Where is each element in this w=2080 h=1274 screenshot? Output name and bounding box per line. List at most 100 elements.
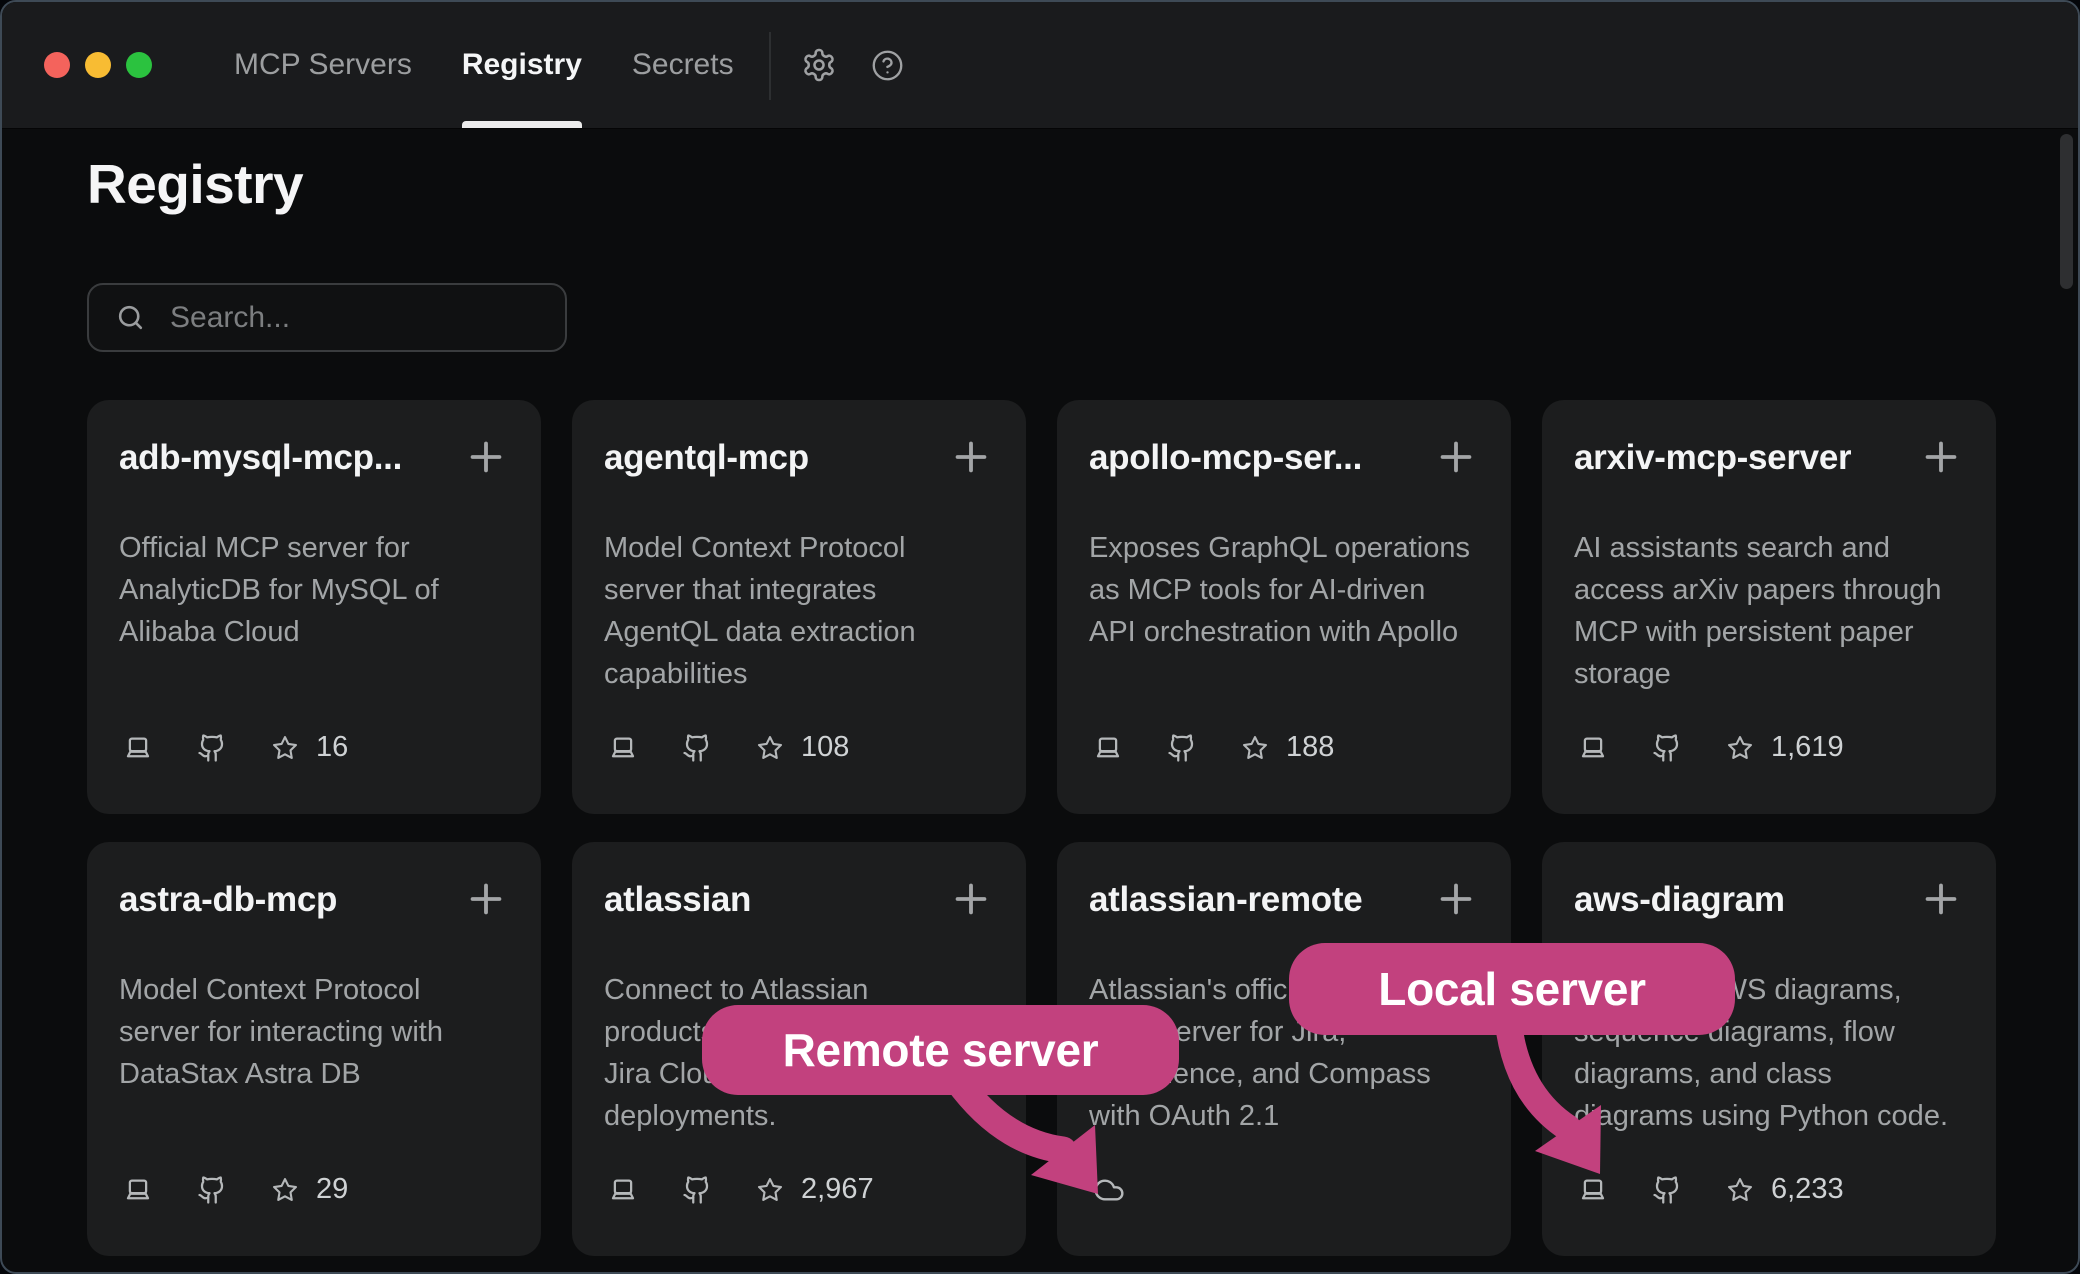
titlebar-divider bbox=[769, 32, 771, 100]
github-stars: 1,619 bbox=[1726, 731, 1844, 764]
zoom-window-button[interactable] bbox=[126, 52, 152, 78]
server-footer: 2,967 bbox=[608, 1173, 874, 1206]
card-header: arxiv-mcp-server bbox=[1574, 434, 1964, 482]
description-line: with OAuth 2.1 bbox=[1089, 1095, 1479, 1137]
star-count: 188 bbox=[1286, 731, 1334, 764]
github-stars: 6,233 bbox=[1726, 1173, 1844, 1206]
server-footer: 6,233 bbox=[1578, 1173, 1844, 1206]
add-server-button[interactable] bbox=[1918, 434, 1964, 480]
github-icon bbox=[1652, 733, 1682, 763]
laptop-icon bbox=[1578, 1175, 1608, 1205]
server-footer: 16 bbox=[123, 731, 348, 764]
help-button[interactable] bbox=[871, 49, 904, 82]
github-icon-wrap bbox=[1167, 733, 1197, 763]
laptop-icon bbox=[123, 1175, 153, 1205]
description-line: server for interacting with bbox=[119, 1011, 509, 1053]
server-footer: 188 bbox=[1093, 731, 1334, 764]
description-line: Alibaba Cloud bbox=[119, 611, 509, 653]
plus-icon bbox=[1918, 434, 1964, 480]
remote-server-callout: Remote server bbox=[702, 1005, 1179, 1095]
description-line: DataStax Astra DB bbox=[119, 1053, 509, 1095]
add-server-button[interactable] bbox=[1433, 434, 1479, 480]
tab-registry[interactable]: Registry bbox=[462, 2, 582, 128]
tab-secrets[interactable]: Secrets bbox=[632, 2, 734, 128]
laptop-icon-wrap bbox=[1578, 733, 1608, 763]
server-footer: 1,619 bbox=[1578, 731, 1844, 764]
server-card: adb-mysql-mcp...Official MCP server forA… bbox=[87, 400, 541, 814]
server-description: Model Context Protocolserver that integr… bbox=[604, 527, 994, 695]
plus-icon bbox=[1918, 876, 1964, 922]
star-count: 16 bbox=[316, 731, 348, 764]
server-description: Model Context Protocolserver for interac… bbox=[119, 969, 509, 1095]
server-name: atlassian-remote bbox=[1089, 880, 1362, 920]
laptop-icon bbox=[1578, 733, 1608, 763]
card-header: aws-diagram bbox=[1574, 876, 1964, 924]
card-header: agentql-mcp bbox=[604, 434, 994, 482]
description-line: access arXiv papers through bbox=[1574, 569, 1964, 611]
main-nav: MCP Servers Registry Secrets bbox=[234, 2, 734, 128]
description-line: Model Context Protocol bbox=[119, 969, 509, 1011]
description-line: Official MCP server for bbox=[119, 527, 509, 569]
github-stars: 16 bbox=[271, 731, 348, 764]
tab-mcp-servers[interactable]: MCP Servers bbox=[234, 2, 412, 128]
description-line: as MCP tools for AI-driven bbox=[1089, 569, 1479, 611]
laptop-icon bbox=[608, 1175, 638, 1205]
card-header: astra-db-mcp bbox=[119, 876, 509, 924]
search-input[interactable] bbox=[168, 300, 545, 336]
scrollbar-thumb[interactable] bbox=[2060, 134, 2073, 289]
github-icon bbox=[197, 1175, 227, 1205]
help-icon bbox=[871, 49, 904, 82]
card-header: adb-mysql-mcp... bbox=[119, 434, 509, 482]
laptop-icon bbox=[608, 733, 638, 763]
star-icon bbox=[756, 734, 784, 762]
github-stars: 188 bbox=[1241, 731, 1334, 764]
add-server-button[interactable] bbox=[463, 434, 509, 480]
description-line: AI assistants search and bbox=[1574, 527, 1964, 569]
minimize-window-button[interactable] bbox=[85, 52, 111, 78]
local-server-callout: Local server bbox=[1289, 943, 1735, 1035]
description-line: storage bbox=[1574, 653, 1964, 695]
add-server-button[interactable] bbox=[1918, 876, 1964, 922]
laptop-icon-wrap bbox=[608, 733, 638, 763]
star-icon bbox=[1241, 734, 1269, 762]
server-card: aws-diagramGenerate AWS diagrams,sequenc… bbox=[1542, 842, 1996, 1256]
description-line: Model Context Protocol bbox=[604, 527, 994, 569]
settings-button[interactable] bbox=[801, 47, 837, 83]
github-icon-wrap bbox=[197, 733, 227, 763]
laptop-icon-wrap bbox=[1578, 1175, 1608, 1205]
cloud-icon-wrap bbox=[1093, 1174, 1125, 1206]
cloud-icon bbox=[1093, 1174, 1125, 1206]
description-line: capabilities bbox=[604, 653, 994, 695]
server-name: aws-diagram bbox=[1574, 880, 1785, 920]
plus-icon bbox=[1433, 434, 1479, 480]
add-server-button[interactable] bbox=[463, 876, 509, 922]
github-stars: 108 bbox=[756, 731, 849, 764]
github-icon bbox=[682, 733, 712, 763]
server-name: apollo-mcp-ser... bbox=[1089, 438, 1362, 478]
github-stars: 2,967 bbox=[756, 1173, 874, 1206]
server-card: astra-db-mcp Model Context Protocolserver… bbox=[87, 842, 541, 1256]
app-window: MCP Servers Registry Secrets Registry ad… bbox=[0, 0, 2080, 1274]
github-icon-wrap bbox=[1652, 733, 1682, 763]
close-window-button[interactable] bbox=[44, 52, 70, 78]
laptop-icon-wrap bbox=[123, 733, 153, 763]
server-name: atlassian bbox=[604, 880, 751, 920]
server-card: agentql-mcp Model Context Protocolserver … bbox=[572, 400, 1026, 814]
description-line: AnalyticDB for MySQL of bbox=[119, 569, 509, 611]
github-icon bbox=[1652, 1175, 1682, 1205]
laptop-icon-wrap bbox=[608, 1175, 638, 1205]
plus-icon bbox=[948, 876, 994, 922]
add-server-button[interactable] bbox=[1433, 876, 1479, 922]
traffic-lights bbox=[44, 52, 152, 78]
add-server-button[interactable] bbox=[948, 876, 994, 922]
server-name: arxiv-mcp-server bbox=[1574, 438, 1851, 478]
add-server-button[interactable] bbox=[948, 434, 994, 480]
star-count: 1,619 bbox=[1771, 731, 1844, 764]
laptop-icon bbox=[1093, 733, 1123, 763]
description-line: Exposes GraphQL operations bbox=[1089, 527, 1479, 569]
star-count: 108 bbox=[801, 731, 849, 764]
server-name: agentql-mcp bbox=[604, 438, 809, 478]
github-icon bbox=[1167, 733, 1197, 763]
description-line: AgentQL data extraction bbox=[604, 611, 994, 653]
description-line: deployments. bbox=[604, 1095, 994, 1137]
